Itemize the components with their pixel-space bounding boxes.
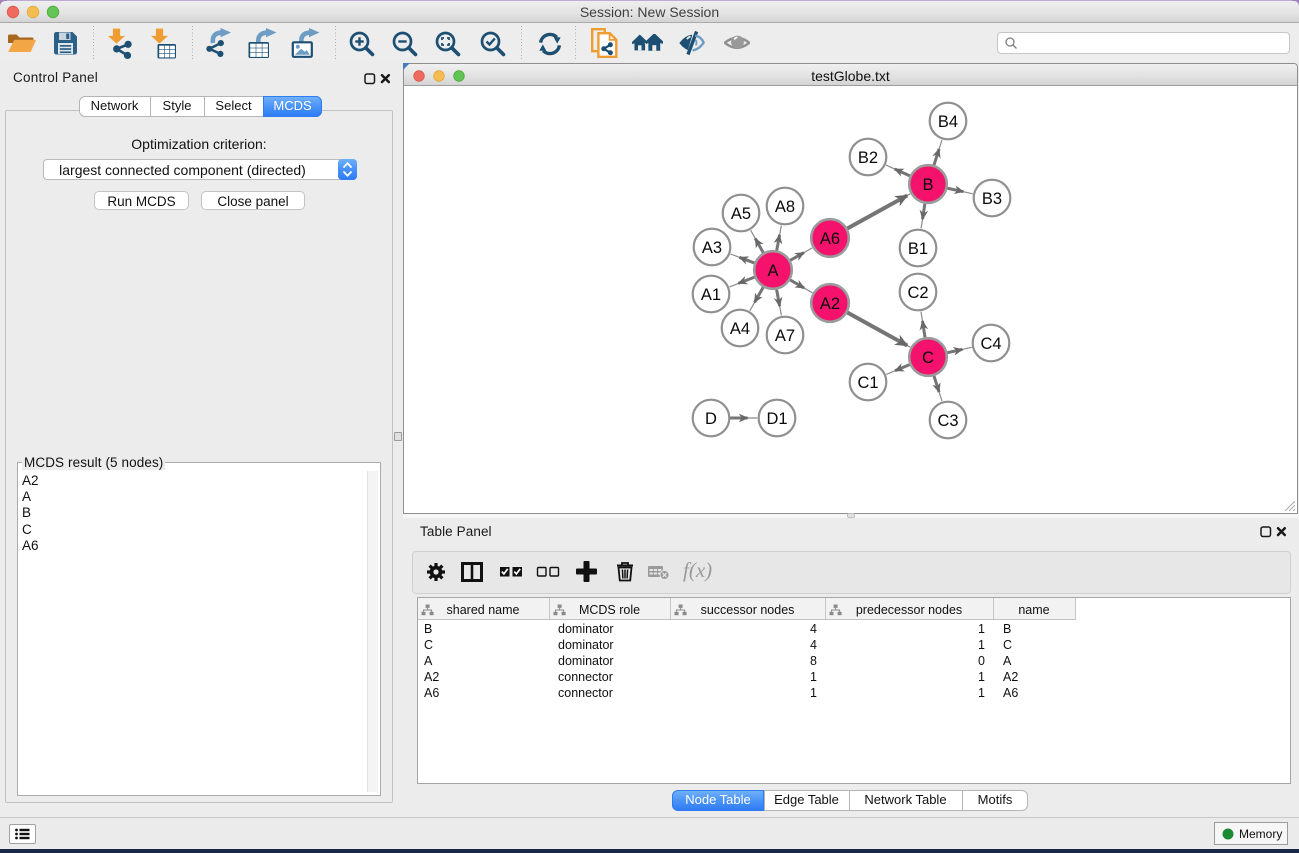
svg-text:B4: B4 bbox=[938, 113, 958, 131]
svg-text:B3: B3 bbox=[982, 190, 1002, 208]
svg-text:A2: A2 bbox=[820, 295, 840, 313]
svg-text:B: B bbox=[922, 176, 933, 194]
svg-text:A5: A5 bbox=[731, 205, 751, 223]
svg-text:A6: A6 bbox=[820, 230, 840, 248]
svg-text:A: A bbox=[767, 262, 778, 280]
svg-text:C: C bbox=[922, 349, 934, 367]
svg-text:A3: A3 bbox=[702, 239, 722, 257]
svg-text:C3: C3 bbox=[937, 412, 958, 430]
svg-text:D1: D1 bbox=[766, 410, 787, 428]
svg-text:B2: B2 bbox=[858, 149, 878, 167]
svg-text:A4: A4 bbox=[730, 320, 750, 338]
svg-text:A7: A7 bbox=[775, 327, 795, 345]
svg-text:A1: A1 bbox=[701, 286, 721, 304]
svg-text:B1: B1 bbox=[908, 240, 928, 258]
svg-text:C2: C2 bbox=[907, 284, 928, 302]
svg-text:C1: C1 bbox=[857, 374, 878, 392]
svg-text:D: D bbox=[705, 410, 717, 428]
svg-text:A8: A8 bbox=[775, 198, 795, 216]
svg-text:C4: C4 bbox=[980, 335, 1001, 353]
